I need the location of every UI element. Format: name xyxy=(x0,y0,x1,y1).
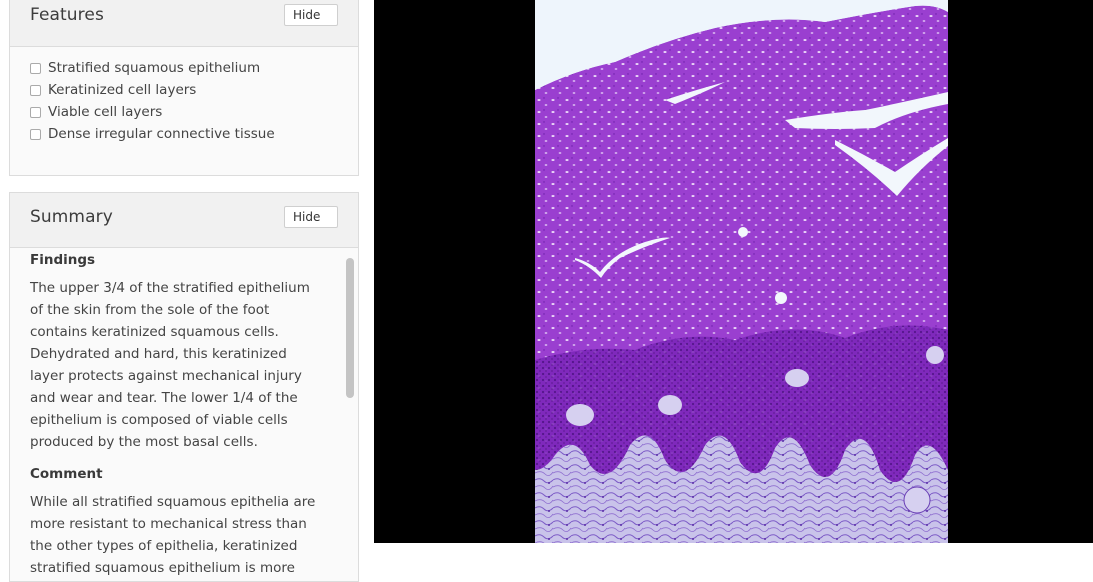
feature-checkbox[interactable] xyxy=(30,106,41,118)
summary-hide-button[interactable]: Hide xyxy=(284,206,338,228)
feature-item-stratified-squamous[interactable]: Stratified squamous epithelium xyxy=(30,57,358,79)
features-title: Features xyxy=(30,5,104,25)
histology-slide-svg xyxy=(535,0,948,543)
summary-content[interactable]: Findings The upper 3/4 of the stratified… xyxy=(10,248,358,581)
feature-checkbox[interactable] xyxy=(30,84,41,96)
findings-text: The upper 3/4 of the stratified epitheli… xyxy=(30,280,310,450)
features-header: Features Hide xyxy=(10,0,358,47)
summary-title: Summary xyxy=(30,207,113,227)
summary-scrollbar-thumb[interactable] xyxy=(346,258,354,398)
feature-label: Dense irregular connective tissue xyxy=(48,126,275,142)
feature-list: Stratified squamous epithelium Keratiniz… xyxy=(10,47,358,145)
summary-scrollbar[interactable] xyxy=(346,258,354,578)
comment-heading: Comment xyxy=(30,466,103,482)
feature-item-keratinized-layers[interactable]: Keratinized cell layers xyxy=(30,79,358,101)
histology-slide-image[interactable] xyxy=(535,0,948,543)
features-hide-button[interactable]: Hide xyxy=(284,4,338,26)
image-viewer[interactable] xyxy=(374,0,1093,543)
sidebar: Features Hide Stratified squamous epithe… xyxy=(0,0,368,582)
feature-checkbox[interactable] xyxy=(30,62,41,74)
feature-label: Stratified squamous epithelium xyxy=(48,60,261,76)
feature-item-viable-layers[interactable]: Viable cell layers xyxy=(30,101,358,123)
feature-item-connective-tissue[interactable]: Dense irregular connective tissue xyxy=(30,123,358,145)
features-panel: Features Hide Stratified squamous epithe… xyxy=(9,0,359,176)
feature-label: Keratinized cell layers xyxy=(48,82,197,98)
feature-checkbox[interactable] xyxy=(30,128,41,140)
summary-header: Summary Hide xyxy=(10,193,358,248)
findings-heading: Findings xyxy=(30,252,96,268)
summary-panel: Summary Hide Findings The upper 3/4 of t… xyxy=(9,192,359,582)
feature-label: Viable cell layers xyxy=(48,104,163,120)
